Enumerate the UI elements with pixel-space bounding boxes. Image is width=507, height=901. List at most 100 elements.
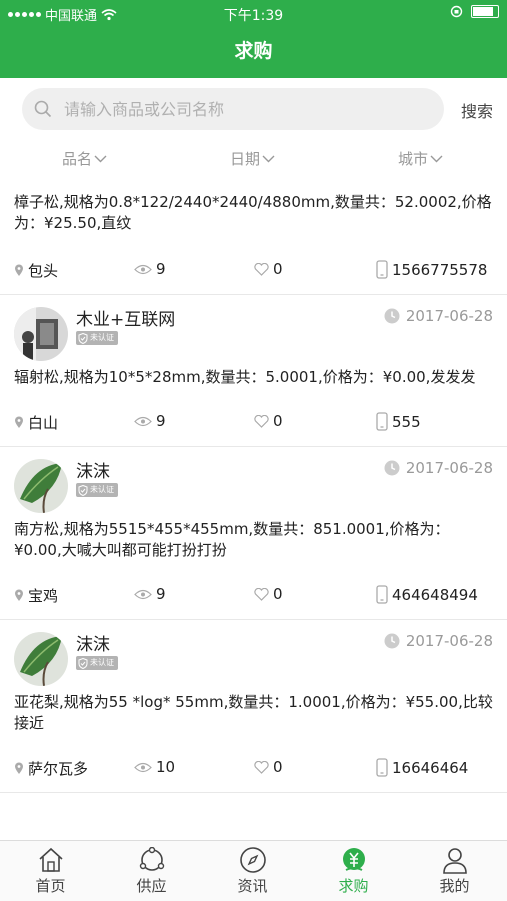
views-count: 9 — [156, 585, 166, 603]
location-meta: 白山 — [14, 412, 58, 433]
user-name: 木业+互联网 — [76, 310, 176, 330]
list-item[interactable]: 沫沫 未认证 2017-06-28 南方松,规格为5515*455*455mm,… — [0, 447, 507, 620]
likes-count: 0 — [273, 412, 283, 430]
eye-icon — [134, 589, 152, 599]
heart-icon — [254, 262, 269, 276]
location-meta: 包头 — [14, 260, 58, 281]
item-date: 2017-06-28 — [384, 632, 493, 650]
tab-purchase[interactable]: 求购 — [303, 845, 404, 896]
filter-date[interactable]: 日期 — [230, 148, 275, 169]
phone-number: 1566775578 — [392, 260, 488, 279]
user-icon — [442, 848, 467, 874]
city-label: 萨尔瓦多 — [28, 760, 89, 778]
clock-icon — [384, 460, 400, 476]
tab-label: 首页 — [35, 877, 66, 895]
phone-meta[interactable]: 464648494 — [376, 585, 478, 604]
filter-label: 城市 — [398, 150, 429, 168]
status-badge: 未认证 — [76, 331, 118, 345]
likes-count: 0 — [273, 585, 283, 603]
filter-product[interactable]: 品名 — [62, 148, 107, 169]
orientation-lock-icon — [450, 5, 463, 18]
location-pin-icon — [15, 416, 23, 428]
list-item[interactable]: 樟子松,规格为0.8*122/2440*2440/4880mm,数量共：52.0… — [0, 180, 507, 295]
item-date: 2017-06-28 — [384, 459, 493, 477]
location-pin-icon — [15, 589, 23, 601]
eye-icon — [134, 762, 152, 772]
list-item[interactable]: 沫沫 未认证 2017-06-28 亚花梨,规格为55 *log* 55mm,数… — [0, 620, 507, 793]
views-count: 9 — [156, 260, 166, 278]
phone-icon — [376, 585, 388, 604]
heart-icon — [254, 587, 269, 601]
search-icon — [34, 100, 52, 118]
likes-meta[interactable]: 0 — [254, 585, 283, 603]
tab-news[interactable]: 资讯 — [202, 845, 303, 896]
item-description: 辐射松,规格为10*5*28mm,数量共：5.0001,价格为：¥0.00,发发… — [14, 368, 476, 386]
tab-label: 资讯 — [237, 877, 268, 895]
status-bar: 中国联通 下午1:39 — [0, 0, 507, 28]
status-badge: 未认证 — [76, 656, 118, 670]
item-meta: 宝鸡 9 0 464648494 — [0, 573, 507, 619]
views-count: 9 — [156, 412, 166, 430]
eye-icon — [134, 416, 152, 426]
location-pin-icon — [15, 264, 23, 276]
heart-icon — [254, 414, 269, 428]
chevron-down-icon — [430, 155, 443, 162]
tab-home[interactable]: 首页 — [0, 845, 101, 896]
likes-meta[interactable]: 0 — [254, 758, 283, 776]
views-meta: 9 — [134, 412, 166, 430]
tab-supply[interactable]: 供应 — [101, 845, 202, 896]
phone-meta[interactable]: 16646464 — [376, 758, 468, 777]
list-item[interactable]: 木业+互联网 未认证 2017-06-28 辐射松,规格为10*5*28mm,数… — [0, 295, 507, 447]
phone-meta[interactable]: 1566775578 — [376, 260, 487, 279]
city-label: 包头 — [28, 262, 59, 280]
tab-label: 我的 — [439, 877, 470, 895]
tab-mine[interactable]: 我的 — [404, 845, 505, 896]
shield-check-icon — [78, 484, 88, 496]
item-description: 南方松,规格为5515*455*455mm,数量共：851.0001,价格为：¥… — [14, 520, 450, 559]
item-header: 沫沫 未认证 2017-06-28 — [0, 447, 507, 515]
filter-label: 日期 — [230, 150, 261, 168]
filter-city[interactable]: 城市 — [398, 148, 443, 169]
search-box[interactable] — [22, 88, 444, 130]
likes-meta[interactable]: 0 — [254, 260, 283, 278]
search-input[interactable] — [62, 98, 426, 120]
compass-icon — [239, 847, 266, 873]
clock-icon — [384, 633, 400, 649]
item-meta: 包头 9 0 1566775578 — [0, 248, 507, 294]
date-label: 2017-06-28 — [405, 307, 493, 325]
likes-count: 0 — [273, 260, 283, 278]
views-meta: 10 — [134, 758, 175, 776]
phone-meta[interactable]: 555 — [376, 412, 421, 431]
page-title: 求购 — [0, 28, 507, 78]
search-button[interactable]: 搜索 — [461, 98, 493, 122]
location-meta: 宝鸡 — [14, 585, 58, 606]
battery-icon — [471, 5, 499, 18]
item-header: 木业+互联网 未认证 2017-06-28 — [0, 295, 507, 363]
views-count: 10 — [156, 758, 176, 776]
clock-icon — [384, 308, 400, 324]
user-name: 沫沫 — [76, 635, 110, 655]
user-name: 沫沫 — [76, 462, 110, 482]
chevron-down-icon — [262, 155, 275, 162]
item-header: 沫沫 未认证 2017-06-28 — [0, 620, 507, 688]
date-label: 2017-06-28 — [405, 459, 493, 477]
item-description: 亚花梨,规格为55 *log* 55mm,数量共：1.0001,价格为：¥55.… — [14, 693, 493, 732]
search-row: 搜索 — [0, 88, 507, 132]
supply-icon — [139, 847, 164, 871]
filter-label: 品名 — [62, 150, 93, 168]
likes-meta[interactable]: 0 — [254, 412, 283, 430]
status-time: 下午1:39 — [223, 8, 284, 24]
chevron-down-icon — [94, 155, 107, 162]
badge-label: 未认证 — [90, 485, 114, 494]
phone-icon — [376, 412, 388, 431]
item-meta: 白山 9 0 555 — [0, 400, 507, 446]
status-badge: 未认证 — [76, 483, 118, 497]
tab-bar: 首页 供应 资讯 求购 我的 — [0, 840, 507, 901]
views-meta: 9 — [134, 260, 166, 278]
avatar — [14, 632, 68, 686]
item-meta: 萨尔瓦多 10 0 16646464 — [0, 746, 507, 792]
avatar — [14, 459, 68, 513]
item-description: 樟子松,规格为0.8*122/2440*2440/4880mm,数量共：52.0… — [14, 193, 492, 232]
badge-label: 未认证 — [90, 658, 114, 667]
shield-check-icon — [78, 657, 88, 669]
